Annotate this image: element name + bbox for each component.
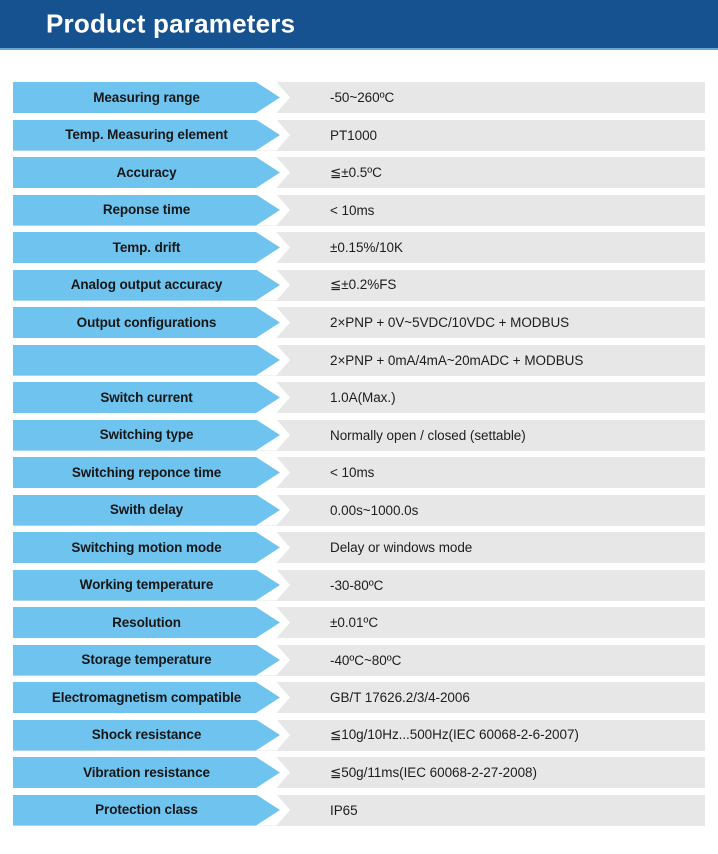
parameter-label-chevron: Electromagnetism compatible (13, 682, 280, 713)
parameter-label: Switch current (100, 389, 193, 405)
parameter-value: -40ºC~80ºC (330, 652, 402, 668)
parameter-value: -50~260ºC (330, 90, 395, 105)
table-row: Measuring range -50~260ºC (13, 82, 705, 113)
parameter-label-chevron: Reponse time (13, 194, 280, 226)
parameter-label-chevron (13, 344, 280, 376)
page-title: Product parameters (46, 8, 296, 39)
parameter-label: Temp. drift (112, 239, 181, 255)
parameter-value: 0.00s~1000.0s (330, 502, 419, 518)
parameter-value: < 10ms (330, 465, 375, 480)
parameter-label: Swith delay (109, 502, 184, 518)
table-row: Resolution ±0.01ºC (13, 607, 705, 638)
parameter-value: ≦50g/11ms(IEC 60068-2-27-2008) (330, 764, 537, 780)
parameter-label: Working temperature (79, 577, 214, 593)
parameter-label-chevron: Protection class (13, 794, 280, 826)
table-row: Storage temperature -40ºC~80ºC (13, 644, 705, 676)
parameter-label-chevron: Switching type (13, 419, 280, 451)
parameter-label: Storage temperature (81, 652, 212, 668)
parameter-label: Electromagnetism compatible (51, 689, 242, 705)
parameter-value: Normally open / closed (settable) (330, 427, 526, 443)
table-row: Temp. Measuring element PT1000 (13, 119, 705, 151)
parameter-value: 2×PNP + 0V~5VDC/10VDC + MODBUS (330, 315, 570, 330)
table-row: Electromagnetism compatible GB/T 17626.2/… (13, 682, 705, 713)
table-row: Shock resistance ≦10g/10Hz...500Hz(IEC 60… (13, 719, 705, 751)
table-row: Temp. drift ±0.15%/10K (13, 232, 705, 263)
page-header-bar: Product parameters (0, 0, 718, 50)
parameter-label: Switching reponce time (71, 464, 222, 480)
parameter-label-chevron: Vibration resistance (13, 757, 280, 788)
table-row: Switching motion mode Delay or windows mo… (13, 532, 705, 563)
parameter-label: Output configurations (76, 314, 217, 330)
parameter-value: PT1000 (330, 127, 377, 143)
parameter-label-chevron: Switching reponce time (13, 457, 280, 488)
parameter-label-chevron: Output configurations (13, 307, 280, 338)
table-row: Switch current 1.0A(Max.) (13, 382, 705, 413)
table-row: Protection class IP65 (13, 794, 705, 826)
parameter-label: Temp. Measuring element (65, 127, 228, 143)
parameter-value: 1.0A(Max.) (330, 390, 396, 405)
parameter-value: GB/T 17626.2/3/4-2006 (330, 690, 470, 705)
parameter-label: Measuring range (93, 89, 200, 105)
table-row: Working temperature -30-80ºC (13, 569, 705, 601)
table-row: Swith delay 0.00s~1000.0s (13, 494, 705, 526)
table-row: Analog output accuracy ≦±0.2%FS (13, 269, 705, 301)
parameter-label-chevron: Switch current (13, 382, 280, 413)
parameter-label: Accuracy (116, 164, 177, 180)
parameter-value: Delay or windows mode (330, 540, 473, 555)
parameter-label-chevron: Resolution (13, 607, 280, 638)
parameter-label-chevron: Temp. drift (13, 232, 280, 263)
parameter-value: < 10ms (330, 202, 375, 218)
parameter-label-chevron: Accuracy (13, 157, 280, 188)
parameter-label: Analog output accuracy (70, 277, 223, 293)
parameter-value: ≦±0.5ºC (330, 164, 382, 180)
parameter-label: Protection class (95, 802, 198, 818)
parameter-value: ≦±0.2%FS (330, 277, 397, 292)
parameter-label-chevron: Storage temperature (13, 644, 280, 676)
parameter-label-chevron: Swith delay (13, 494, 280, 526)
parameter-value: -30-80ºC (330, 577, 384, 593)
table-row: 2×PNP + 0mA/4mA~20mADC + MODBUS (13, 344, 705, 376)
parameter-label: Switching motion mode (71, 539, 222, 555)
parameter-value: ±0.01ºC (330, 615, 379, 630)
parameter-label: Vibration resistance (83, 764, 210, 780)
table-row: Reponse time < 10ms (13, 194, 705, 226)
parameter-label-chevron: Working temperature (13, 569, 280, 601)
parameter-label-chevron: Measuring range (13, 82, 280, 113)
parameter-label: Switching type (99, 427, 194, 443)
parameter-value: IP65 (330, 802, 358, 818)
parameter-value: ±0.15%/10K (330, 240, 403, 255)
table-row: Output configurations 2×PNP + 0V~5VDC/10V… (13, 307, 705, 338)
parameter-label: Reponse time (102, 202, 191, 218)
table-row: Vibration resistance ≦50g/11ms(IEC 60068-… (13, 757, 705, 788)
parameter-label-chevron: Shock resistance (13, 719, 280, 751)
parameter-value: ≦10g/10Hz...500Hz(IEC 60068-2-6-2007) (330, 727, 579, 742)
parameter-label-chevron: Temp. Measuring element (13, 119, 280, 151)
product-parameters-table: Measuring range -50~260ºC Temp. Measuring … (13, 82, 705, 832)
parameter-label: Resolution (112, 614, 181, 630)
table-row: Switching reponce time < 10ms (13, 457, 705, 488)
table-row: Accuracy ≦±0.5ºC (13, 157, 705, 188)
parameter-label: Shock resistance (91, 727, 202, 743)
parameter-label-chevron: Analog output accuracy (13, 269, 280, 301)
parameter-value: 2×PNP + 0mA/4mA~20mADC + MODBUS (330, 352, 584, 368)
parameter-label-chevron: Switching motion mode (13, 532, 280, 563)
table-row: Switching type Normally open / closed (se… (13, 419, 705, 451)
